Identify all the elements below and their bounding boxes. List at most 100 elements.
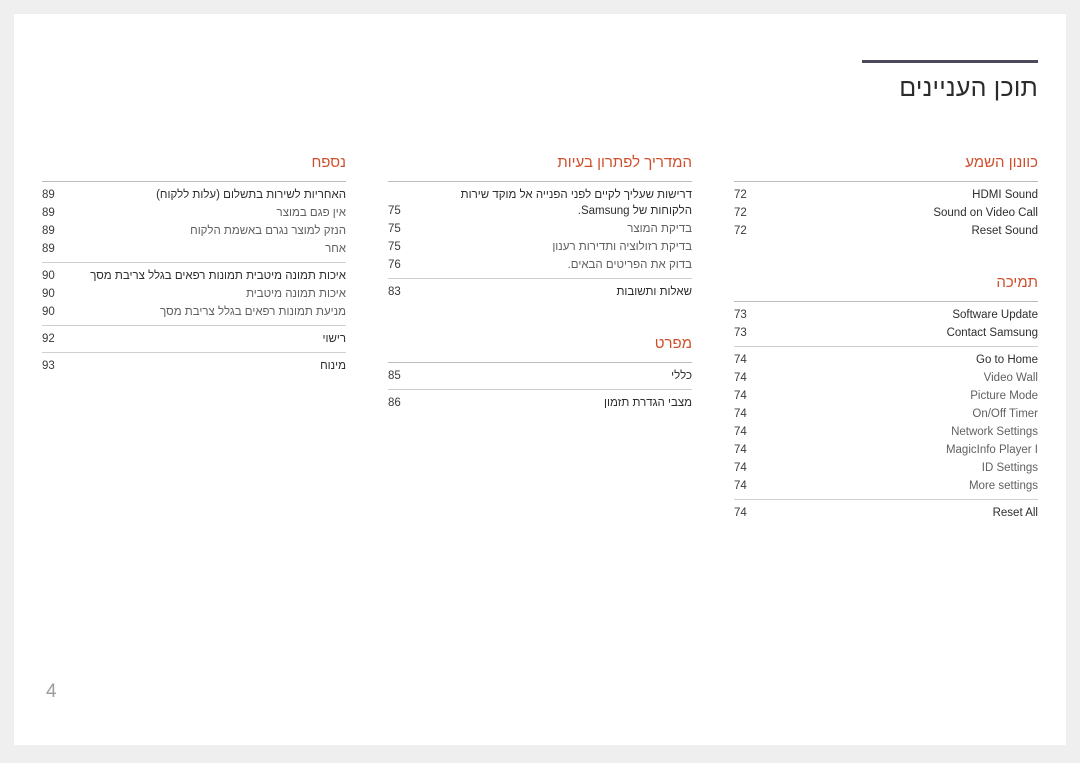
toc-entry-label: HDMI Sound <box>972 189 1038 201</box>
toc-entry-page: 93 <box>42 360 55 372</box>
toc-entry-label: Contact Samsung <box>946 327 1038 339</box>
toc-entry-label: בדוק את הפריטים הבאים. <box>567 259 692 271</box>
toc-entry[interactable]: מניעת תמונות רפאים בגלל צריבת מסך 90 <box>42 303 346 321</box>
document-page: תוכן העניינים כוונון השמע HDMI Sound 72 Sou… <box>14 14 1066 745</box>
toc-entry-label: Go to Home <box>976 354 1038 366</box>
toc-entry-label: האחריות לשירות בתשלום (עלות ללקוח) <box>156 189 346 201</box>
toc-entry-page: 90 <box>42 306 55 318</box>
toc-group: מינוח 93 <box>42 352 346 379</box>
section-heading: תמיכה <box>996 274 1038 291</box>
section-heading: המדריך לפתרון בעיות <box>557 154 692 171</box>
toc-entry[interactable]: איכות תמונה מיטבית תמונות רפאים בגלל צרי… <box>42 267 346 285</box>
toc-group: איכות תמונה מיטבית תמונות רפאים בגלל צרי… <box>42 262 346 325</box>
toc-entry-label: Reset All <box>992 507 1038 519</box>
toc-entry[interactable]: Picture Mode 74 <box>734 387 1038 405</box>
toc-entry-label: Video Wall <box>983 372 1038 384</box>
toc-section: נספח האחריות לשירות בתשלום (עלות ללקוח) 89… <box>42 154 346 379</box>
page-title-block: תוכן העניינים <box>862 60 1038 103</box>
toc-entry[interactable]: Network Settings 74 <box>734 423 1038 441</box>
toc-entry[interactable]: מצבי הגדרת תזמון 86 <box>388 394 692 412</box>
toc-entry[interactable]: Sound on Video Call 72 <box>734 204 1038 222</box>
toc-section: מפרט כללי 85 מצבי הגדרת תזמון 86 <box>388 335 692 416</box>
toc-entry-label: On/Off Timer <box>972 408 1038 420</box>
toc-entry-label: Sound on Video Call <box>933 207 1038 219</box>
page-title: תוכן העניינים <box>899 74 1038 102</box>
toc-entry-label: רישוי <box>322 333 347 345</box>
toc-entry-label: Picture Mode <box>970 390 1038 402</box>
toc-entry-page: 73 <box>734 309 747 321</box>
toc-entry[interactable]: מינוח 93 <box>42 357 346 375</box>
toc-entry-page: 74 <box>734 372 747 384</box>
toc-entry[interactable]: שאלות ותשובות 83 <box>388 283 692 301</box>
toc-entry[interactable]: כללי 85 <box>388 367 692 385</box>
toc-columns: כוונון השמע HDMI Sound 72 Sound on Video Ca… <box>42 154 1038 526</box>
column-left: נספח האחריות לשירות בתשלום (עלות ללקוח) 89… <box>42 154 346 526</box>
toc-entry[interactable]: Reset Sound 72 <box>734 222 1038 240</box>
toc-section: תמיכה Software Update 73 Contact Samsung 73 G… <box>734 274 1038 526</box>
toc-entry[interactable]: Software Update 73 <box>734 306 1038 324</box>
toc-entry[interactable]: Reset All 74 <box>734 504 1038 522</box>
toc-entry[interactable]: אין פגם במוצר 89 <box>42 204 346 222</box>
toc-group: שאלות ותשובות 83 <box>388 278 692 305</box>
toc-entry[interactable]: Contact Samsung 73 <box>734 324 1038 342</box>
section-heading: כוונון השמע <box>965 154 1038 171</box>
title-rule <box>862 60 1038 63</box>
toc-entry-label: שאלות ותשובות <box>616 286 692 298</box>
toc-entry[interactable]: בדיקת רזולוציה ותדירות רענון 75 <box>388 238 692 256</box>
toc-entry[interactable]: אחר 89 <box>42 240 346 258</box>
toc-section: כוונון השמע HDMI Sound 72 Sound on Video Ca… <box>734 154 1038 244</box>
toc-entry-label: Reset Sound <box>971 225 1039 237</box>
toc-group: Go to Home 74 Video Wall 74 Picture Mode 74 On… <box>734 346 1038 499</box>
toc-entry[interactable]: Go to Home 74 <box>734 351 1038 369</box>
toc-entry[interactable]: האחריות לשירות בתשלום (עלות ללקוח) 89 <box>42 186 346 204</box>
toc-entry[interactable]: Video Wall 74 <box>734 369 1038 387</box>
column-middle: המדריך לפתרון בעיות דרישות שעליך לקיים לפ… <box>388 154 692 526</box>
toc-entry-label: More settings <box>968 480 1038 492</box>
toc-group: האחריות לשירות בתשלום (עלות ללקוח) 89 אין … <box>42 181 346 262</box>
toc-section: המדריך לפתרון בעיות דרישות שעליך לקיים לפ… <box>388 154 692 305</box>
toc-entry-label: כללי <box>671 370 692 382</box>
toc-group: רישוי 92 <box>42 325 346 352</box>
toc-entry-page: 74 <box>734 507 747 519</box>
toc-entry-label: מצבי הגדרת תזמון <box>603 397 692 409</box>
toc-entry[interactable]: בדוק את הפריטים הבאים. 76 <box>388 256 692 274</box>
toc-entry-label: איכות תמונה מיטבית <box>246 288 346 300</box>
toc-entry-label: איכות תמונה מיטבית תמונות רפאים בגלל צרי… <box>90 270 346 282</box>
toc-entry-label: Software Update <box>952 309 1038 321</box>
toc-group: HDMI Sound 72 Sound on Video Call 72 Reset S… <box>734 181 1038 244</box>
toc-group: Reset All 74 <box>734 499 1038 526</box>
toc-entry-page: 74 <box>734 444 747 456</box>
toc-entry[interactable]: רישוי 92 <box>42 330 346 348</box>
toc-entry-page: 76 <box>388 259 401 271</box>
toc-entry-page: 72 <box>734 207 747 219</box>
toc-entry-page: 74 <box>734 354 747 366</box>
toc-entry-page: 73 <box>734 327 747 339</box>
toc-entry-page: 74 <box>734 480 747 492</box>
toc-entry-label: הנזק למוצר נגרם באשמת הלקוח <box>190 225 346 237</box>
toc-entry-page: 72 <box>734 225 747 237</box>
toc-entry[interactable]: בדיקת המוצר 75 <box>388 220 692 238</box>
toc-entry-page: 75 <box>388 241 401 253</box>
toc-entry[interactable]: MagicInfo Player I 74 <box>734 441 1038 459</box>
toc-entry-label: אין פגם במוצר <box>276 207 346 219</box>
toc-entry[interactable]: דרישות שעליך לקיים לפני הפנייה אל מוקד ש… <box>388 186 692 220</box>
toc-entry[interactable]: איכות תמונה מיטבית 90 <box>42 285 346 303</box>
toc-entry-page: 74 <box>734 390 747 402</box>
toc-group: כללי 85 <box>388 362 692 389</box>
toc-group: Software Update 73 Contact Samsung 73 <box>734 301 1038 346</box>
toc-entry-page: 89 <box>42 207 55 219</box>
toc-entry-page: 75 <box>388 223 401 235</box>
toc-entry[interactable]: HDMI Sound 72 <box>734 186 1038 204</box>
toc-entry-page: 89 <box>42 189 55 201</box>
toc-entry[interactable]: More settings 74 <box>734 477 1038 495</box>
toc-entry[interactable]: הנזק למוצר נגרם באשמת הלקוח 89 <box>42 222 346 240</box>
section-heading: מפרט <box>654 335 692 352</box>
toc-entry-page: 90 <box>42 288 55 300</box>
column-right: כוונון השמע HDMI Sound 72 Sound on Video Ca… <box>734 154 1038 526</box>
toc-entry-label: בדיקת המוצר <box>627 223 692 235</box>
toc-entry-page: 74 <box>734 426 747 438</box>
toc-entry[interactable]: On/Off Timer 74 <box>734 405 1038 423</box>
toc-group: דרישות שעליך לקיים לפני הפנייה אל מוקד ש… <box>388 181 692 278</box>
toc-entry-page: 74 <box>734 408 747 420</box>
toc-entry[interactable]: ID Settings 74 <box>734 459 1038 477</box>
